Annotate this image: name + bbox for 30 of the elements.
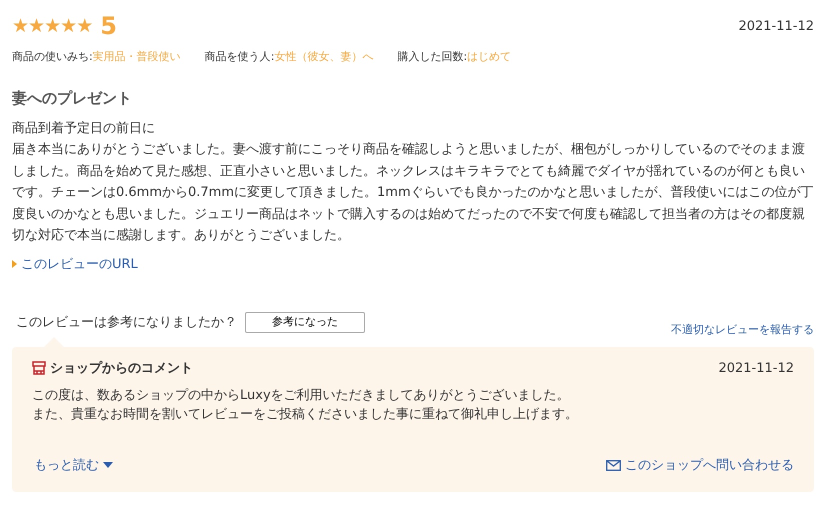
mail-icon (606, 460, 621, 472)
star-icon: ★ (60, 15, 76, 37)
review-url-link[interactable]: このレビューのURL (21, 254, 138, 274)
meta-label: 購入した回数: (397, 50, 468, 62)
read-more-link[interactable]: もっと読む (34, 456, 113, 476)
review-text: 届き本当にありがとうございました。妻へ渡す前にこっそり商品を確認しようと思いましたが、梱包がしっかりしているのでそのまま渡しました。商品を始めて見た感想、正直小さいと思いました。ネックレスはキラキラでとても綺麗でダイヤが揺れているのが何とも良いです。チェーンは0.6mmから0.7mmに変更して頂きました。1mmぐらいでも良かったのかなと思いましたが、普段使いにはこの位が丁度良いのかなとも思いました。ジュエリー商品はネットで購入するのは始めてだったので不安で何度も確認して担当者の方はその都度親切な対応で本当に感謝します。ありがとうございました。 (12, 141, 814, 245)
review-title: 妻へのプレゼント (12, 88, 133, 109)
shop-comment-title: ショップからのコメント (50, 360, 193, 378)
meta-label: 商品の使いみち: (12, 50, 93, 62)
helpful-question: このレビューは参考になりましたか？ (16, 314, 237, 332)
comment-text: また、貴重なお時間を割いてレビューをご投稿くださいました事に重ねて御礼申し上げます。 (32, 406, 579, 424)
comment-text: この度は、数あるショップの中からLuxyをご利用いただきましてありがとうございました。 (32, 387, 571, 405)
meta-value: 女性（彼女、妻）へ (274, 50, 374, 62)
star-icon: ★ (28, 15, 44, 37)
caret-icon (12, 260, 17, 268)
review-text: 商品到着予定日の前日に (12, 120, 156, 138)
star-icon: ★ (76, 15, 92, 37)
rating-score: 5 (100, 14, 117, 38)
contact-shop-link[interactable]: このショップへ問い合わせる (606, 456, 794, 476)
caret-icon (103, 462, 113, 468)
review-date: 2021-11-12 (738, 18, 814, 36)
helpful-button[interactable]: 参考になった (245, 312, 365, 332)
meta-value: 実用品・普段使い (92, 50, 181, 62)
meta-value: はじめて (467, 50, 512, 62)
shop-icon (32, 361, 46, 376)
star-icon: ★ (12, 15, 28, 37)
report-link[interactable]: 不適切なレビューを報告する (671, 322, 814, 338)
comment-date: 2021-11-12 (718, 360, 794, 378)
star-icon: ★ (44, 15, 60, 37)
meta-label: 商品を使う人: (204, 50, 274, 62)
